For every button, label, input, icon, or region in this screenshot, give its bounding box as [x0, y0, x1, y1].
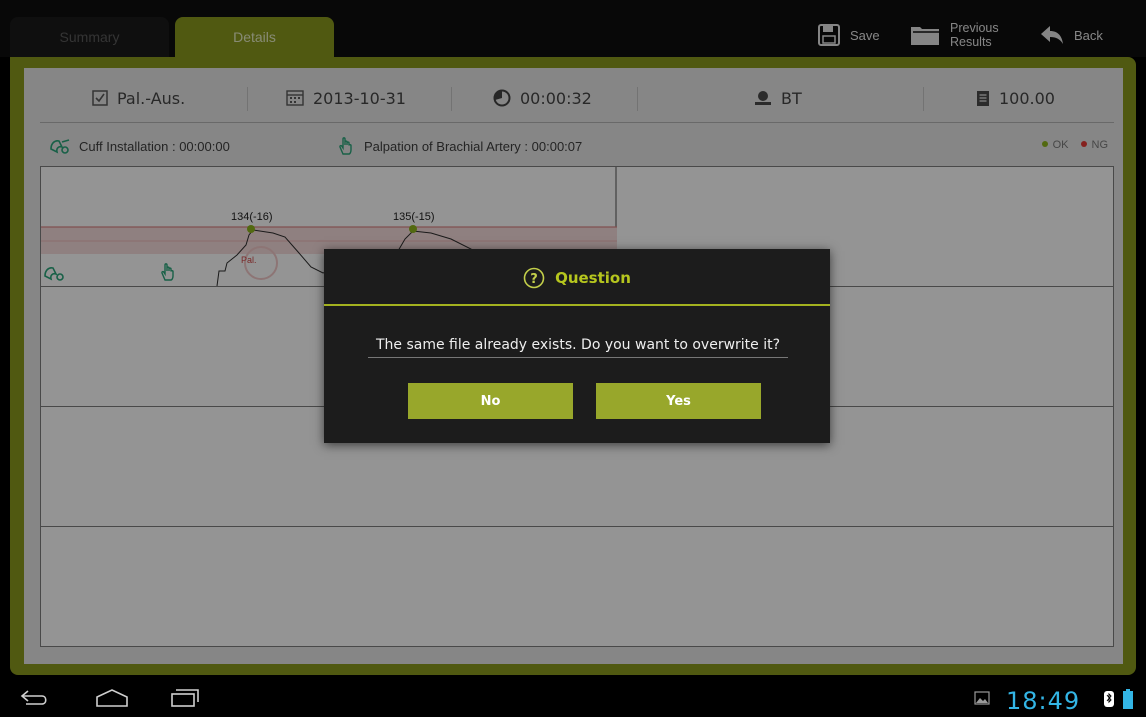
dialog-divider: [324, 304, 830, 306]
dialog-header: ? Question: [324, 249, 830, 306]
dialog-title: Question: [555, 268, 631, 287]
no-button[interactable]: No: [408, 383, 573, 419]
status-clock[interactable]: 18:49: [1006, 689, 1080, 713]
dialog-message: The same file already exists. Do you wan…: [368, 337, 788, 358]
gallery-notification-icon[interactable]: [974, 691, 990, 705]
battery-icon: [1123, 689, 1133, 709]
svg-text:?: ?: [530, 272, 538, 287]
home-nav-icon[interactable]: [95, 688, 129, 708]
recent-apps-icon[interactable]: [170, 688, 200, 708]
bluetooth-icon: [1104, 691, 1114, 707]
yes-button[interactable]: Yes: [596, 383, 761, 419]
question-icon: ?: [523, 267, 545, 288]
question-dialog: ? Question The same file already exists.…: [324, 249, 830, 443]
back-nav-icon[interactable]: [20, 689, 50, 707]
system-nav-bar: [0, 675, 1146, 717]
